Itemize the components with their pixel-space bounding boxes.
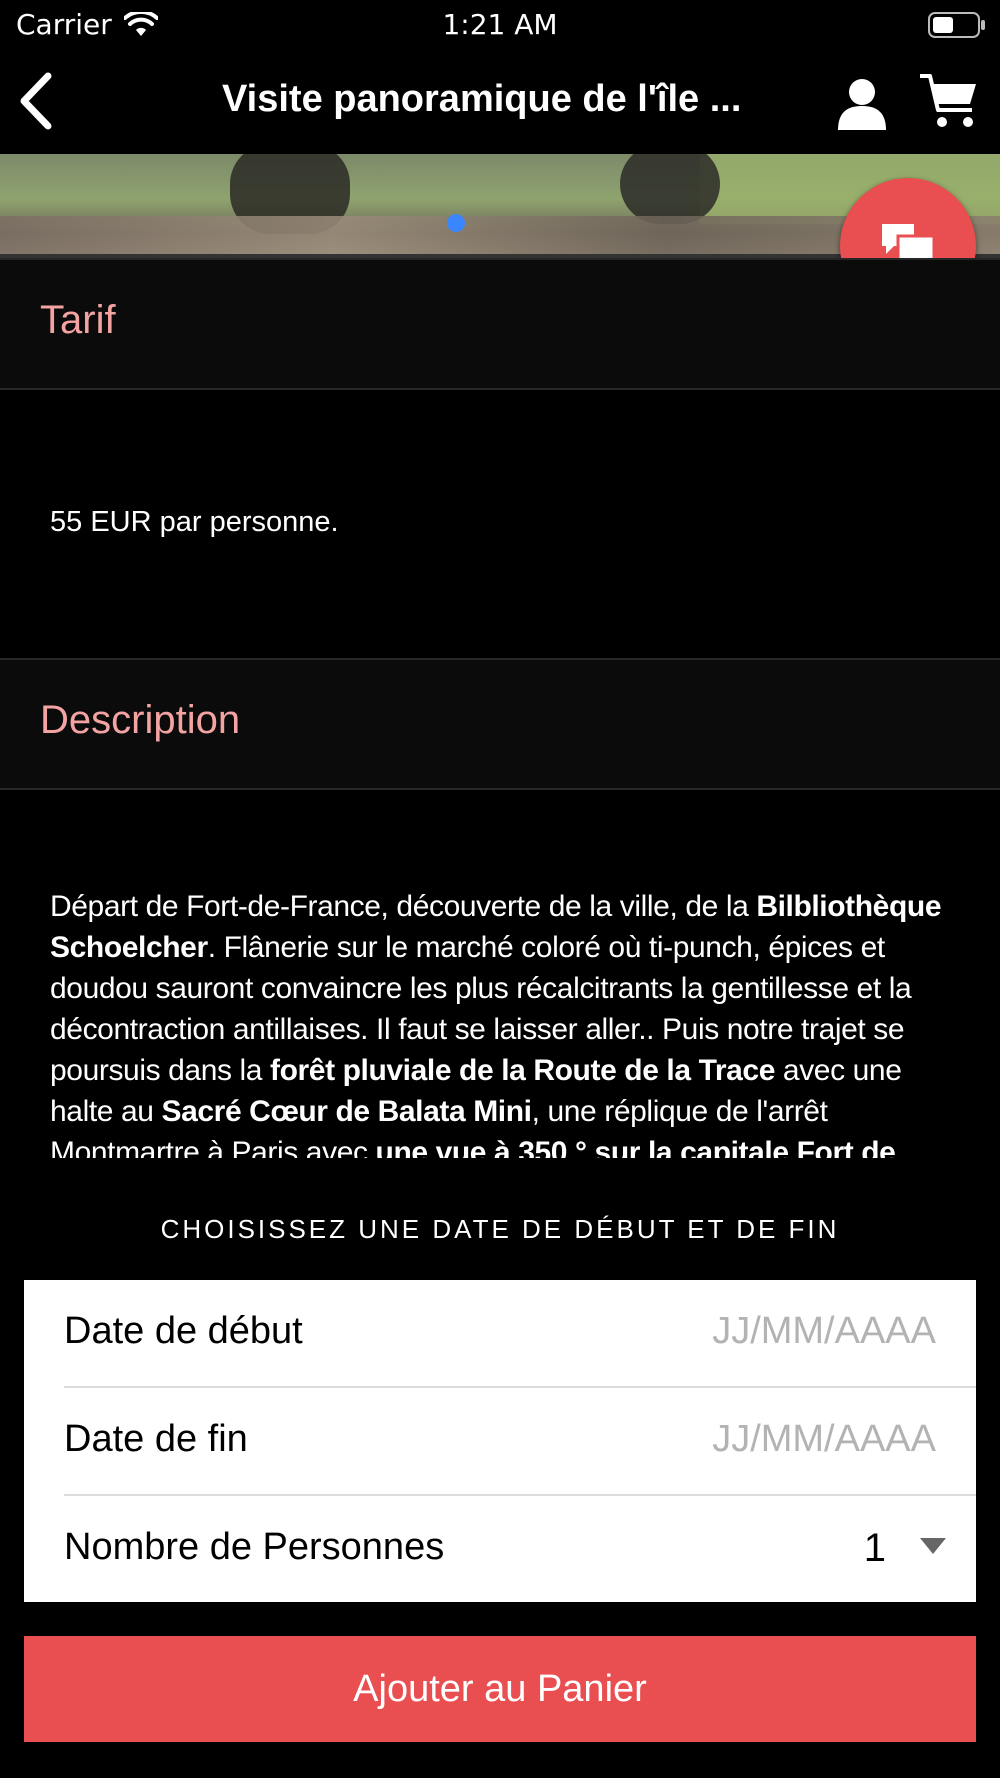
description-segment-bold: forêt pluviale de la Route de la Trace bbox=[270, 1054, 775, 1087]
start-date-label: Date de début bbox=[64, 1310, 303, 1352]
description-heading: Description bbox=[40, 698, 241, 742]
people-count-label: Nombre de Personnes bbox=[64, 1526, 445, 1568]
description-segment-bold: Sacré Cœur de Balata Mini bbox=[161, 1095, 533, 1128]
price-text: 55 EUR par personne. bbox=[50, 506, 339, 538]
booking-form: Date de début JJ/MM/AAAA Date de fin JJ/… bbox=[24, 1280, 976, 1602]
tarif-section-header: Tarif bbox=[0, 258, 1000, 390]
people-count-select[interactable]: Nombre de Personnes 1 bbox=[64, 1496, 976, 1602]
user-icon[interactable] bbox=[836, 76, 888, 130]
people-count-value: 1 bbox=[863, 1526, 886, 1570]
back-icon[interactable] bbox=[16, 70, 58, 132]
end-date-label: Date de fin bbox=[64, 1418, 248, 1460]
start-date-placeholder: JJ/MM/AAAA bbox=[712, 1310, 936, 1352]
page-indicator-dot bbox=[447, 214, 465, 232]
description-segment-bold: une vue à 350 ° sur la capitale Fort de bbox=[375, 1136, 896, 1158]
cart-icon[interactable] bbox=[918, 72, 980, 130]
add-to-cart-button[interactable]: Ajouter au Panier bbox=[24, 1636, 976, 1742]
navigation-bar: Visite panoramique de l'île ... bbox=[0, 50, 1000, 154]
chevron-down-icon bbox=[920, 1538, 946, 1554]
end-date-field[interactable]: Date de fin JJ/MM/AAAA bbox=[64, 1388, 976, 1496]
description-section-header: Description bbox=[0, 658, 1000, 790]
description-text: Départ de Fort-de-France, découverte de … bbox=[50, 886, 950, 1158]
start-date-field[interactable]: Date de début JJ/MM/AAAA bbox=[64, 1280, 976, 1388]
description-segment: Départ de Fort-de-France, découverte de … bbox=[50, 890, 757, 923]
page-title: Visite panoramique de l'île ... bbox=[222, 78, 742, 120]
battery-icon bbox=[928, 12, 985, 38]
date-selection-caption: CHOISISSEZ UNE DATE DE DÉBUT ET DE FIN bbox=[160, 1214, 840, 1244]
status-bar: Carrier 1:21 AM bbox=[0, 0, 1000, 50]
tarif-heading: Tarif bbox=[40, 298, 116, 342]
status-time: 1:21 AM bbox=[442, 8, 558, 41]
end-date-placeholder: JJ/MM/AAAA bbox=[712, 1418, 936, 1460]
